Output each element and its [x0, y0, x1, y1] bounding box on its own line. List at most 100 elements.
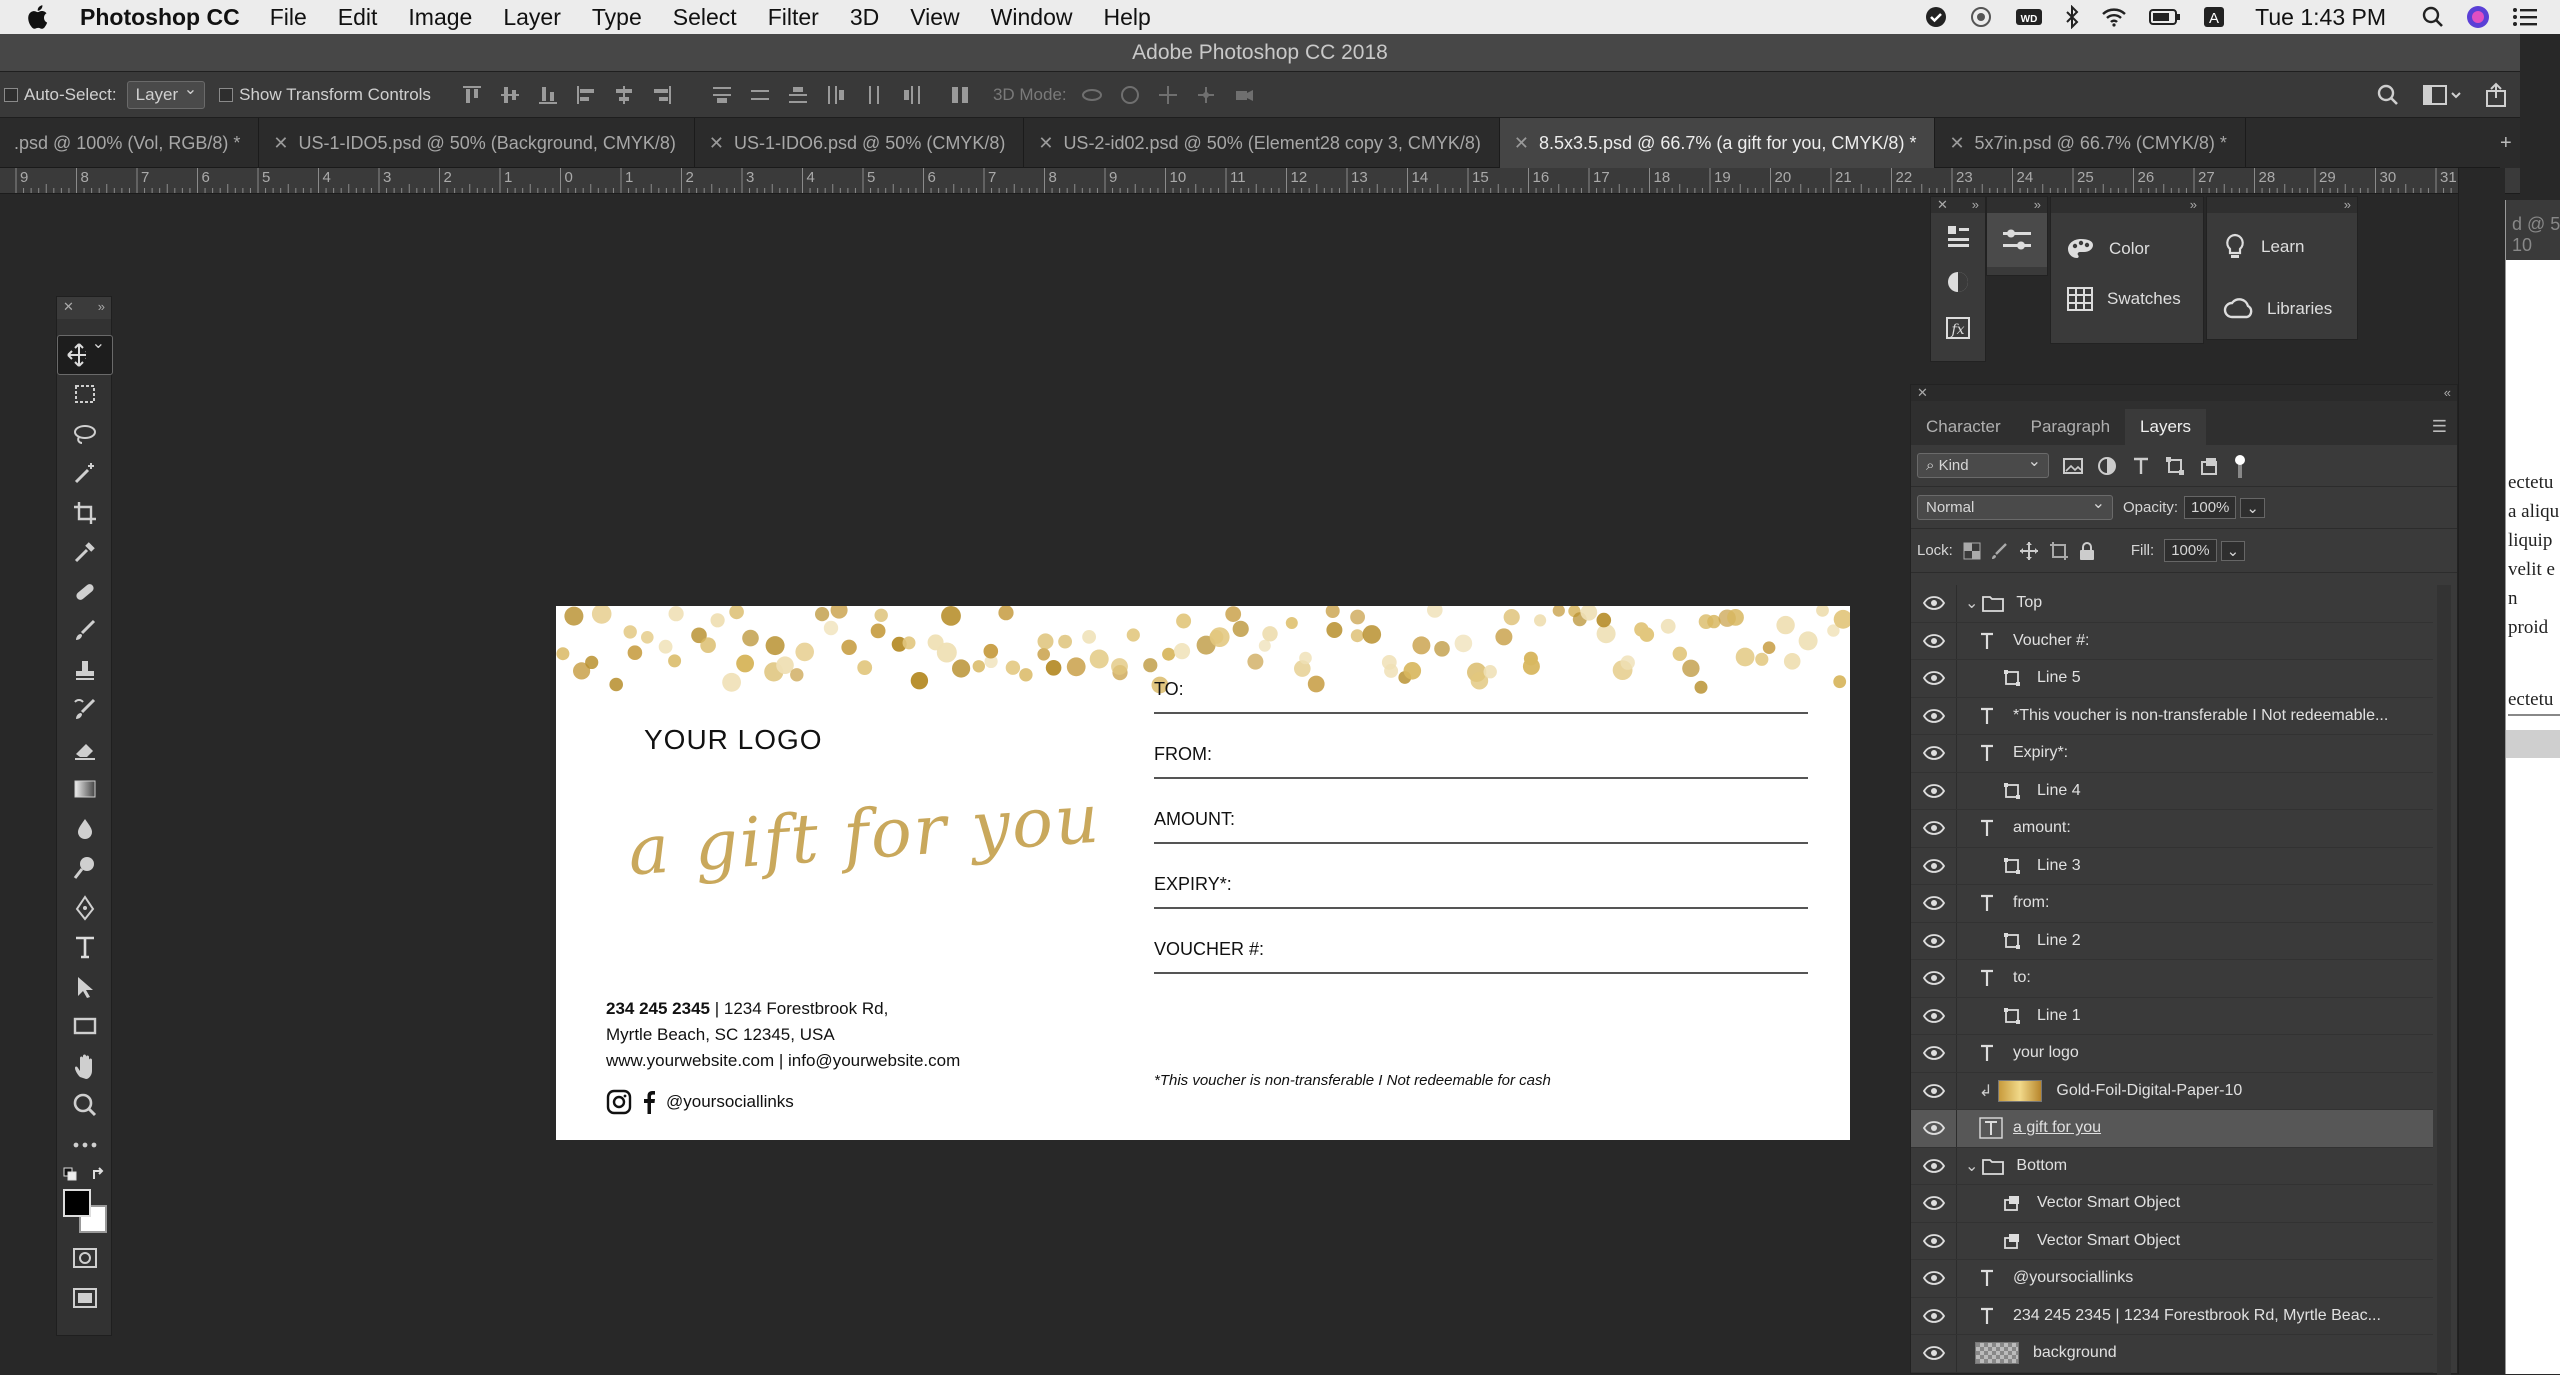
document-tab[interactable]: ✕ 5x7in.psd @ 66.7% (CMYK/8) *	[1935, 118, 2246, 168]
expiry-field[interactable]: EXPIRY*:	[1154, 874, 1808, 909]
visibility-eye-icon[interactable]	[1911, 735, 1957, 772]
marquee-tool-icon[interactable]	[57, 375, 113, 415]
layer-row[interactable]: Line 3	[1911, 847, 2433, 885]
tab-overflow-icon[interactable]: +	[2500, 118, 2520, 168]
align-right-icon[interactable]	[651, 84, 673, 106]
close-icon[interactable]: ✕	[1917, 385, 1928, 401]
layer-row[interactable]: ⌄ Bottom	[1911, 1147, 2433, 1185]
close-icon[interactable]: ✕	[1937, 197, 1948, 213]
tab-character[interactable]: Character	[1911, 409, 2016, 445]
clone-stamp-tool-icon[interactable]	[57, 651, 113, 691]
foreground-color[interactable]	[63, 1188, 91, 1217]
lock-all-icon[interactable]	[2079, 541, 2095, 561]
rectangle-tool-icon[interactable]	[57, 1007, 113, 1047]
collapse-icon[interactable]: »	[2051, 197, 2203, 213]
layer-row[interactable]: Vector Smart Object	[1911, 1222, 2433, 1260]
layer-row[interactable]: to:	[1911, 960, 2433, 998]
document-tab-active[interactable]: ✕ 8.5x3.5.psd @ 66.7% (a gift for you, CM…	[1499, 118, 1936, 168]
visibility-eye-icon[interactable]	[1911, 622, 1957, 659]
close-icon[interactable]: ✕	[1514, 133, 1529, 153]
visibility-eye-icon[interactable]	[1911, 1335, 1957, 1372]
share-icon[interactable]	[2484, 82, 2508, 108]
distribute-top-icon[interactable]	[711, 84, 733, 106]
layer-row[interactable]: Vector Smart Object	[1911, 1185, 2433, 1223]
menubar-clock[interactable]: Tue 1:43 PM	[2255, 4, 2386, 31]
spotlight-search-icon[interactable]	[2422, 6, 2444, 28]
search-icon[interactable]	[2376, 83, 2400, 107]
panel-menu-icon[interactable]: ☰	[2432, 409, 2457, 445]
path-selection-tool-icon[interactable]	[57, 967, 113, 1007]
logo-text[interactable]: YOUR LOGO	[644, 724, 823, 756]
visibility-eye-icon[interactable]	[1911, 585, 1957, 622]
lock-pixels-icon[interactable]	[1991, 542, 2009, 560]
document-canvas[interactable]: YOUR LOGO a gift for you 234 245 2345 | …	[556, 606, 1850, 1140]
visibility-eye-icon[interactable]	[1911, 847, 1957, 884]
auto-select-checkbox[interactable]	[4, 87, 18, 102]
layer-row[interactable]: *This voucher is non-transferable I Not …	[1911, 697, 2433, 735]
distribute-left-icon[interactable]	[825, 84, 847, 106]
menu-help[interactable]: Help	[1103, 4, 1150, 31]
blend-mode-dropdown[interactable]: Normal	[1917, 493, 2113, 520]
lock-position-icon[interactable]	[2019, 541, 2039, 561]
layer-row[interactable]: background	[1911, 1335, 2433, 1373]
cloud-icon[interactable]	[1969, 6, 1993, 28]
close-icon[interactable]: ✕	[63, 299, 74, 317]
visibility-eye-icon[interactable]	[1911, 997, 1957, 1034]
layer-row[interactable]: ⌄ Top	[1911, 585, 2433, 623]
lock-transparent-icon[interactable]	[1963, 542, 1981, 560]
menu-layer[interactable]: Layer	[503, 4, 561, 31]
to-field[interactable]: TO:	[1154, 679, 1808, 714]
visibility-eye-icon[interactable]	[1911, 1072, 1957, 1109]
align-top-icon[interactable]	[461, 84, 483, 106]
layer-row[interactable]: amount:	[1911, 810, 2433, 848]
document-tab[interactable]: .psd @ 100% (Vol, RGB/8) *	[0, 118, 260, 168]
social-row[interactable]: @yoursociallinks	[606, 1089, 794, 1115]
filter-type-icon[interactable]	[2131, 456, 2151, 476]
menu-file[interactable]: File	[270, 4, 307, 31]
filter-shape-icon[interactable]	[2165, 456, 2185, 476]
filter-toggle-icon[interactable]	[2233, 454, 2247, 478]
voucher-number-field[interactable]: VOUCHER #:	[1154, 939, 1808, 974]
3d-orbit-icon[interactable]	[1081, 84, 1103, 106]
visibility-eye-icon[interactable]	[1911, 1260, 1957, 1297]
opacity-input[interactable]: 100%	[2184, 496, 2237, 519]
crop-tool-icon[interactable]	[57, 493, 113, 533]
visibility-eye-icon[interactable]	[1911, 697, 1957, 734]
filter-adjustment-icon[interactable]	[2097, 456, 2117, 476]
document-tab[interactable]: ✕ US-2-id02.psd @ 50% (Element28 copy 3, …	[1024, 118, 1500, 168]
voucher-note[interactable]: *This voucher is non-transferable I Not …	[1154, 1072, 1551, 1089]
close-icon[interactable]: ✕	[709, 133, 724, 153]
brush-tool-icon[interactable]	[57, 612, 113, 652]
layer-row[interactable]: @yoursociallinks	[1911, 1260, 2433, 1298]
menu-3d[interactable]: 3D	[850, 4, 879, 31]
quick-mask-icon[interactable]	[57, 1239, 113, 1279]
amount-field[interactable]: AMOUNT:	[1154, 809, 1808, 844]
magic-wand-tool-icon[interactable]	[57, 454, 113, 494]
filter-smart-object-icon[interactable]	[2199, 456, 2219, 476]
visibility-eye-icon[interactable]	[1911, 810, 1957, 847]
collapse-icon[interactable]: »	[2207, 197, 2357, 213]
visibility-eye-icon[interactable]	[1911, 1297, 1957, 1334]
distribute-hcenter-icon[interactable]	[863, 84, 885, 106]
adjustments-panel-icon[interactable]	[1931, 259, 1985, 305]
battery-icon[interactable]	[2149, 8, 2181, 26]
app-menu[interactable]: Photoshop CC	[80, 4, 240, 31]
menu-image[interactable]: Image	[408, 4, 472, 31]
eyedropper-tool-icon[interactable]	[57, 533, 113, 573]
blur-tool-icon[interactable]	[57, 809, 113, 849]
color-panel-button[interactable]: Color	[2051, 221, 2203, 277]
visibility-eye-icon[interactable]	[1911, 960, 1957, 997]
menu-select[interactable]: Select	[673, 4, 737, 31]
visibility-eye-icon[interactable]	[1911, 922, 1957, 959]
visibility-eye-icon[interactable]	[1911, 1035, 1957, 1072]
notification-center-icon[interactable]	[2512, 7, 2538, 27]
visibility-eye-icon[interactable]	[1911, 885, 1957, 922]
align-left-icon[interactable]	[575, 84, 597, 106]
more-tools-icon[interactable]	[57, 1125, 113, 1165]
layer-row[interactable]: Expiry*:	[1911, 735, 2433, 773]
menu-type[interactable]: Type	[592, 4, 642, 31]
auto-align-icon[interactable]	[949, 84, 971, 106]
document-tab[interactable]: ✕ US-1-IDO5.psd @ 50% (Background, CMYK/8…	[259, 118, 695, 168]
default-colors-icon[interactable]	[63, 1167, 77, 1181]
status-check-icon[interactable]	[1925, 6, 1947, 28]
